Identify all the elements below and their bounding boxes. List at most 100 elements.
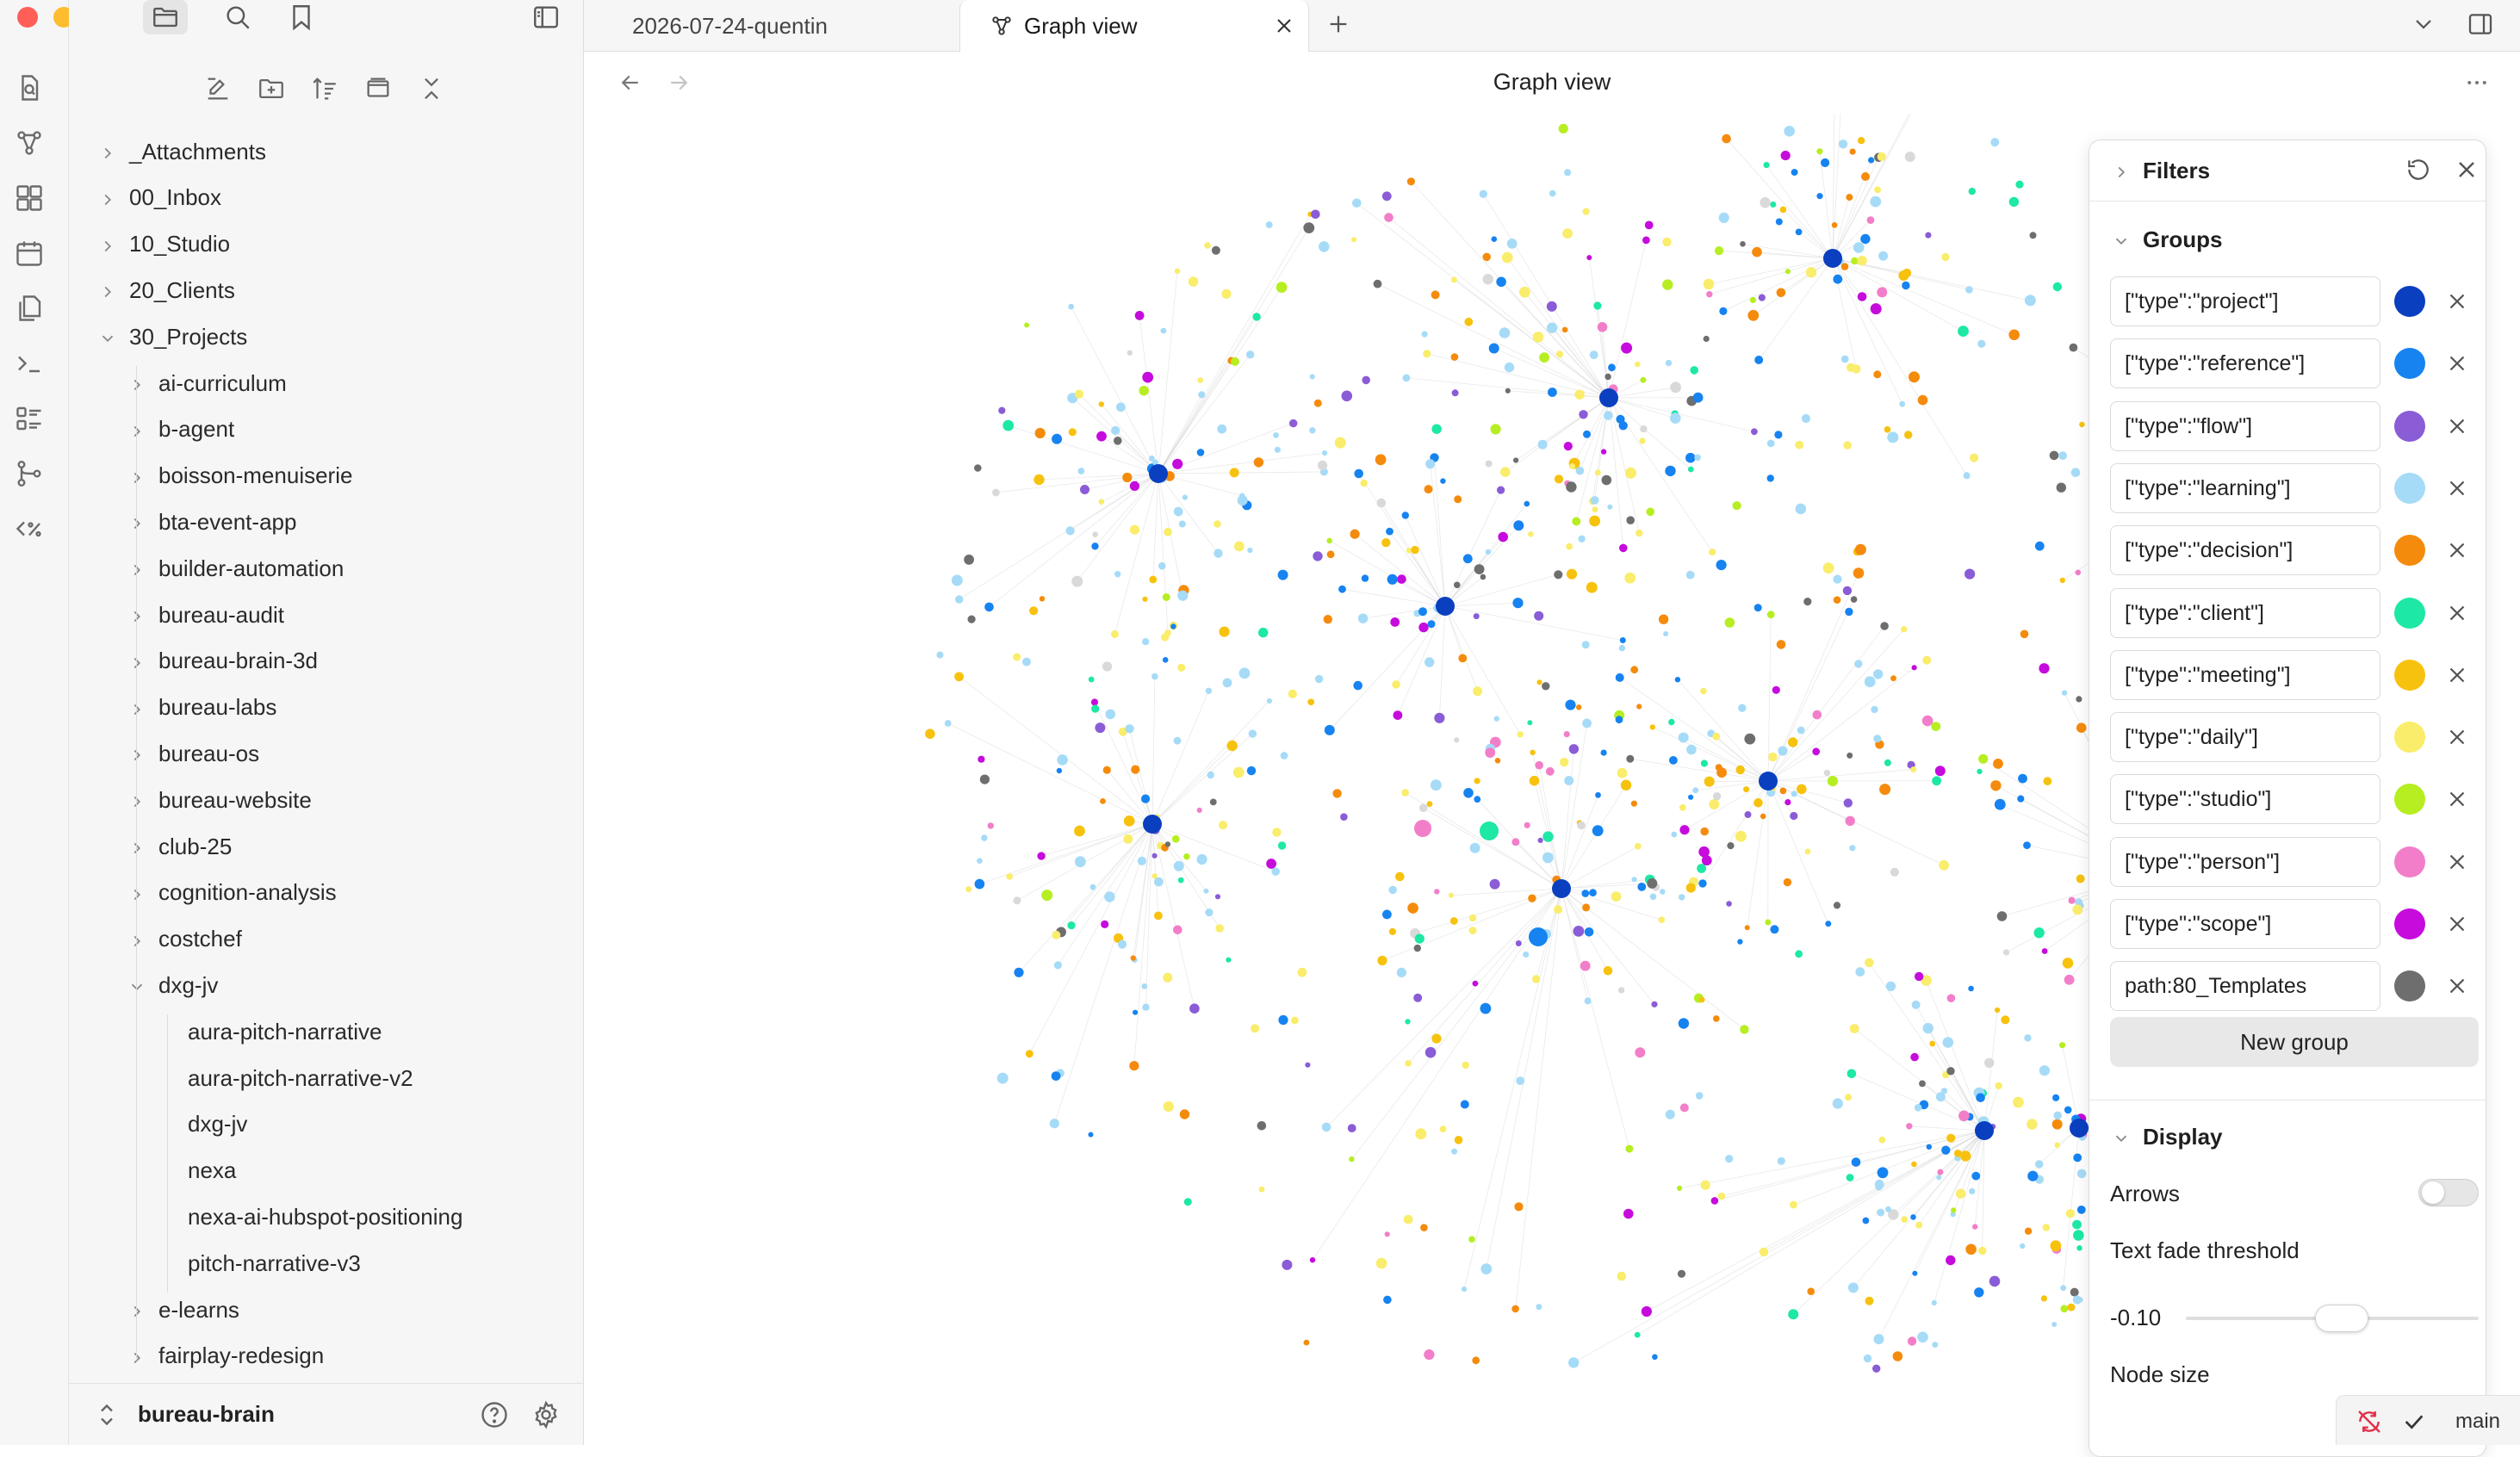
graph-node[interactable] xyxy=(1679,804,1686,811)
graph-node[interactable] xyxy=(1291,1017,1299,1025)
graph-node[interactable] xyxy=(2039,663,2049,673)
vault-name[interactable]: bureau-brain xyxy=(138,1401,275,1428)
graph-node[interactable] xyxy=(1865,1297,1874,1305)
graph-node[interactable] xyxy=(1885,1206,1891,1212)
graph-node[interactable] xyxy=(1220,627,1230,637)
graph-node[interactable] xyxy=(1431,779,1442,790)
graph-node[interactable] xyxy=(1431,1034,1441,1044)
graph-node[interactable] xyxy=(1912,1001,1921,1009)
graph-node[interactable] xyxy=(1651,1001,1657,1008)
graph-node[interactable] xyxy=(1184,1198,1192,1206)
graph-node[interactable] xyxy=(1873,735,1881,742)
chevron-right-icon[interactable] xyxy=(127,884,146,902)
graph-node[interactable] xyxy=(1806,267,1816,277)
graph-node[interactable] xyxy=(1251,1024,1259,1032)
graph-node[interactable] xyxy=(1223,679,1232,688)
graph-node[interactable] xyxy=(1252,313,1260,320)
graph-node[interactable] xyxy=(1037,852,1045,859)
graph-node[interactable] xyxy=(1825,921,1831,927)
graph-node[interactable] xyxy=(1565,700,1575,710)
graph-node[interactable] xyxy=(1388,886,1397,895)
graph-node[interactable] xyxy=(1969,188,1976,195)
chevron-right-icon[interactable] xyxy=(127,559,146,578)
graph-node[interactable] xyxy=(992,489,1000,497)
chevron-right-icon[interactable] xyxy=(127,374,146,393)
chevron-right-icon[interactable] xyxy=(98,235,117,254)
graph-node[interactable] xyxy=(1197,808,1202,813)
graph-node[interactable] xyxy=(1546,767,1555,776)
graph-node[interactable] xyxy=(1932,1300,1937,1305)
graph-node[interactable] xyxy=(1102,661,1112,671)
group-color-swatch[interactable] xyxy=(2394,846,2425,877)
graph-node[interactable] xyxy=(1977,340,1985,348)
new-folder-icon[interactable] xyxy=(251,69,291,108)
graph-node[interactable] xyxy=(2015,181,2023,189)
graph-node[interactable] xyxy=(1851,596,1858,603)
graph-node[interactable] xyxy=(1578,536,1585,542)
graph-node[interactable] xyxy=(1163,973,1172,983)
graph-node[interactable] xyxy=(1909,371,1920,382)
graph-node[interactable] xyxy=(1170,623,1176,629)
graph-node[interactable] xyxy=(1631,801,1637,807)
graph-node[interactable] xyxy=(1480,1003,1492,1014)
graph-node[interactable] xyxy=(1770,202,1776,208)
graph-node[interactable] xyxy=(1154,912,1163,921)
settings-gear-icon[interactable] xyxy=(529,1398,563,1432)
graph-node[interactable] xyxy=(1213,520,1221,528)
graph-node[interactable] xyxy=(1189,1003,1200,1014)
graph-node[interactable] xyxy=(1586,255,1592,260)
graph-node[interactable] xyxy=(1972,1224,1977,1229)
file-item[interactable]: nexa xyxy=(188,1149,236,1194)
graph-node[interactable] xyxy=(1207,772,1214,778)
graph-node[interactable] xyxy=(1133,1010,1138,1015)
graph-node[interactable] xyxy=(1736,766,1745,774)
bookmark-icon[interactable] xyxy=(279,0,324,34)
folder-item[interactable]: cognition-analysis xyxy=(127,871,337,915)
graph-node[interactable] xyxy=(2025,294,2036,306)
graph-node[interactable] xyxy=(1929,1041,1935,1047)
graph-node[interactable] xyxy=(965,886,971,892)
graph-node[interactable] xyxy=(1616,415,1624,424)
folder-item[interactable]: costchef xyxy=(127,917,242,962)
graph-node[interactable] xyxy=(1548,388,1557,397)
graph-node[interactable] xyxy=(1267,698,1272,704)
graph-node[interactable] xyxy=(1751,428,1758,435)
graph-node[interactable] xyxy=(1549,190,1556,197)
graph-node[interactable] xyxy=(974,464,982,472)
graph-node[interactable] xyxy=(1473,686,1482,696)
graph-node[interactable] xyxy=(1142,372,1153,383)
graph-node[interactable] xyxy=(1233,767,1244,778)
delete-group-icon[interactable] xyxy=(2444,849,2470,875)
graph-node[interactable] xyxy=(1535,761,1543,770)
graph-node[interactable] xyxy=(1699,997,1705,1003)
graph-node[interactable] xyxy=(1737,939,1742,944)
graph-node[interactable] xyxy=(1854,660,1862,667)
graph-node[interactable] xyxy=(1636,704,1642,709)
graph-node[interactable] xyxy=(1403,375,1411,382)
graph-node[interactable] xyxy=(1564,169,1571,176)
graph-node[interactable] xyxy=(1586,582,1598,593)
graph-node[interactable] xyxy=(1095,722,1105,733)
graph-node[interactable] xyxy=(1595,469,1601,475)
graph-node[interactable] xyxy=(952,575,963,586)
graph-node[interactable] xyxy=(1524,501,1530,507)
graph-node[interactable] xyxy=(1618,987,1624,993)
graph-node[interactable] xyxy=(1451,353,1459,361)
folder-item[interactable]: 30_Projects xyxy=(98,314,247,359)
graph-node[interactable] xyxy=(2020,630,2029,639)
folder-item[interactable]: boisson-menuiserie xyxy=(127,454,352,499)
graph-node[interactable] xyxy=(1342,391,1353,402)
graph-node[interactable] xyxy=(1768,753,1777,761)
graph-node[interactable] xyxy=(1912,665,1917,670)
folder-item[interactable]: 00_Inbox xyxy=(98,176,221,220)
graph-node[interactable] xyxy=(1414,945,1421,952)
graph-node[interactable] xyxy=(1919,1081,1926,1088)
graph-node[interactable] xyxy=(1777,288,1786,298)
graph-node[interactable] xyxy=(1206,688,1212,694)
chevron-right-icon[interactable] xyxy=(127,1300,146,1319)
graph-node[interactable] xyxy=(1704,279,1715,290)
graph-node[interactable] xyxy=(1402,512,1409,518)
graph-node[interactable] xyxy=(1434,713,1444,723)
graph-node[interactable] xyxy=(1968,986,1974,992)
graph-node[interactable] xyxy=(1393,710,1403,720)
